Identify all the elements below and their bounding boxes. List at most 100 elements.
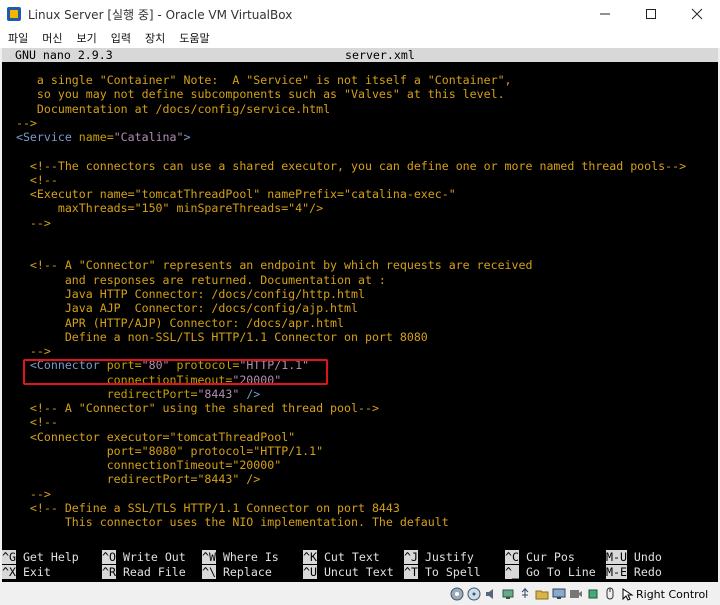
code-token: --> — [2, 115, 37, 130]
menu-item[interactable]: 보기 — [69, 28, 103, 48]
shortcut-key: M-U — [606, 550, 627, 564]
editor-line: and responses are returned. Documentatio… — [2, 273, 718, 287]
close-icon — [691, 8, 703, 20]
keyboard-capture-icon — [622, 588, 634, 601]
shortcut-key: ^X — [2, 565, 16, 579]
maximize-button[interactable] — [628, 0, 674, 28]
code-token: > — [183, 130, 191, 145]
menu-bar: 파일 머신 보기 입력 장치 도움말 — [0, 28, 720, 48]
shortcut-key: ^C — [505, 550, 519, 564]
code-token: --> — [2, 215, 51, 230]
shortcut-label: Redo — [626, 565, 662, 579]
code-token: <!-- — [2, 415, 58, 430]
editor-line: <!-- Define a SSL/TLS HTTP/1.1 Connector… — [2, 501, 718, 515]
shortcut-label: Cur Pos — [518, 550, 575, 564]
shortcut-label: Read File — [115, 565, 186, 579]
shortcut-item: ^_ Go To Line — [505, 565, 596, 580]
shortcut-item: ^T To Spell — [404, 565, 481, 580]
shortcut-row: ^X Exit ^R Read File ^\ Replace ^U Uncut Te… — [2, 565, 718, 580]
editor-line: --> — [2, 116, 718, 130]
shortcut-key: ^U — [303, 565, 317, 579]
code-token: "Catalina" — [113, 130, 184, 145]
shortcut-key: ^K — [303, 550, 317, 564]
editor-line: <!-- A "Connector" using the shared thre… — [2, 401, 718, 415]
editor-line: <Service name="Catalina"> — [2, 130, 718, 144]
shortcut-key: ^T — [404, 565, 418, 579]
shortcut-label: Replace — [215, 565, 272, 579]
editor-line: a single "Container" Note: A "Service" i… — [2, 73, 718, 87]
audio-icon — [486, 589, 493, 599]
editor-line: <Executor name="tomcatThreadPool" namePr… — [2, 187, 718, 201]
vm-status-bar: Right Control — [0, 584, 720, 605]
menu-item[interactable]: 장치 — [137, 28, 171, 48]
shortcut-label: Undo — [626, 550, 662, 564]
code-token: <!-- A "Connector" using the shared thre… — [2, 401, 379, 416]
shortcut-item: ^K Cut Text — [303, 550, 380, 565]
editor-line: Documentation at /docs/config/service.ht… — [2, 102, 718, 116]
editor-line: so you may not define subcomponents such… — [2, 87, 718, 101]
editor-line: APR (HTTP/AJP) Connector: /docs/apr.html — [2, 316, 718, 330]
shortcut-label: To Spell — [417, 565, 481, 579]
optical-drive-icon — [467, 587, 481, 601]
close-button[interactable] — [674, 0, 720, 28]
video-capture-icon — [570, 590, 582, 598]
shortcut-item: M-E Redo — [606, 565, 662, 580]
code-token: so you may not define subcomponents such… — [2, 87, 505, 102]
code-token: a single "Container" Note: A "Service" i… — [2, 73, 512, 87]
connector-highlight-box — [23, 359, 328, 385]
display-icon — [552, 588, 566, 599]
maximize-icon — [646, 9, 656, 19]
code-token: Documentation at /docs/config/service.ht… — [2, 101, 331, 116]
window-titlebar: Linux Server [실행 중] - Oracle VM VirtualB… — [0, 0, 720, 28]
shortcut-item: ^O Write Out — [102, 550, 186, 565]
editor-line: --> — [2, 487, 718, 501]
editor-line: Java AJP Connector: /docs/config/ajp.htm… — [2, 301, 718, 315]
editor-line: <!-- A "Connector" represents an endpoin… — [2, 258, 718, 272]
shortcut-key: ^_ — [505, 565, 519, 579]
code-token: /> — [239, 386, 261, 401]
code-token: <!-- A "Connector" represents an endpoin… — [2, 258, 533, 273]
shortcut-label: Where Is — [215, 550, 279, 564]
code-token: Define a non-SSL/TLS HTTP/1.1 Connector … — [2, 329, 428, 344]
editor-line: <!--The connectors can use a shared exec… — [2, 159, 718, 173]
menu-item[interactable]: 머신 — [34, 28, 68, 48]
menu-item[interactable]: 입력 — [103, 28, 137, 48]
shortcut-key: ^G — [2, 550, 16, 564]
shortcut-label: Go To Line — [518, 565, 596, 579]
shortcut-key: ^J — [404, 550, 418, 564]
code-token: APR (HTTP/AJP) Connector: /docs/apr.html — [2, 315, 345, 330]
editor-line: Define a non-SSL/TLS HTTP/1.1 Connector … — [2, 330, 718, 344]
shortcut-item: ^R Read File — [102, 565, 186, 580]
shortcut-item: ^W Where Is — [202, 550, 279, 565]
editor-line: maxThreads="150" minSpareThreads="4"/> — [2, 201, 718, 215]
minimize-icon — [600, 13, 610, 15]
editor-line: Java HTTP Connector: /docs/config/http.h… — [2, 287, 718, 301]
code-token: redirectPort= — [2, 386, 198, 401]
minimize-button[interactable] — [582, 0, 628, 28]
shortcut-item: ^X Exit — [2, 565, 51, 580]
vm-screen[interactable]: GNU nano 2.9.3 server.xml a single "Cont… — [2, 48, 718, 582]
code-token: Java HTTP Connector: /docs/config/http.h… — [2, 286, 365, 301]
code-token: name= — [78, 130, 114, 145]
editor-line: redirectPort="8443" /> — [2, 387, 718, 401]
shortcut-key: M-E — [606, 565, 627, 579]
shortcut-label: Write Out — [115, 550, 186, 564]
shortcut-item: ^G Get Help — [2, 550, 79, 565]
shortcut-key: ^O — [102, 550, 116, 564]
shortcut-item: ^C Cur Pos — [505, 550, 575, 565]
network-icon — [502, 589, 514, 599]
cpu-icon — [588, 589, 598, 599]
window-title: Linux Server [실행 중] - Oracle VM VirtualB… — [28, 8, 293, 22]
shortcut-label: Justify — [417, 550, 474, 564]
code-token: port="8080" protocol="HTTP/1.1" — [2, 443, 324, 458]
code-token: --> — [2, 486, 51, 501]
shortcut-item: ^J Justify — [404, 550, 474, 565]
editor-buffer[interactable]: a single "Container" Note: A "Service" i… — [2, 73, 718, 530]
menu-item[interactable]: 파일 — [0, 28, 34, 48]
menu-item[interactable]: 도움말 — [171, 28, 215, 48]
nano-shortcut-bar: ^G Get Help ^O Write Out ^W Where Is ^K Cut… — [2, 550, 718, 580]
nano-filename: server.xml — [345, 48, 415, 62]
